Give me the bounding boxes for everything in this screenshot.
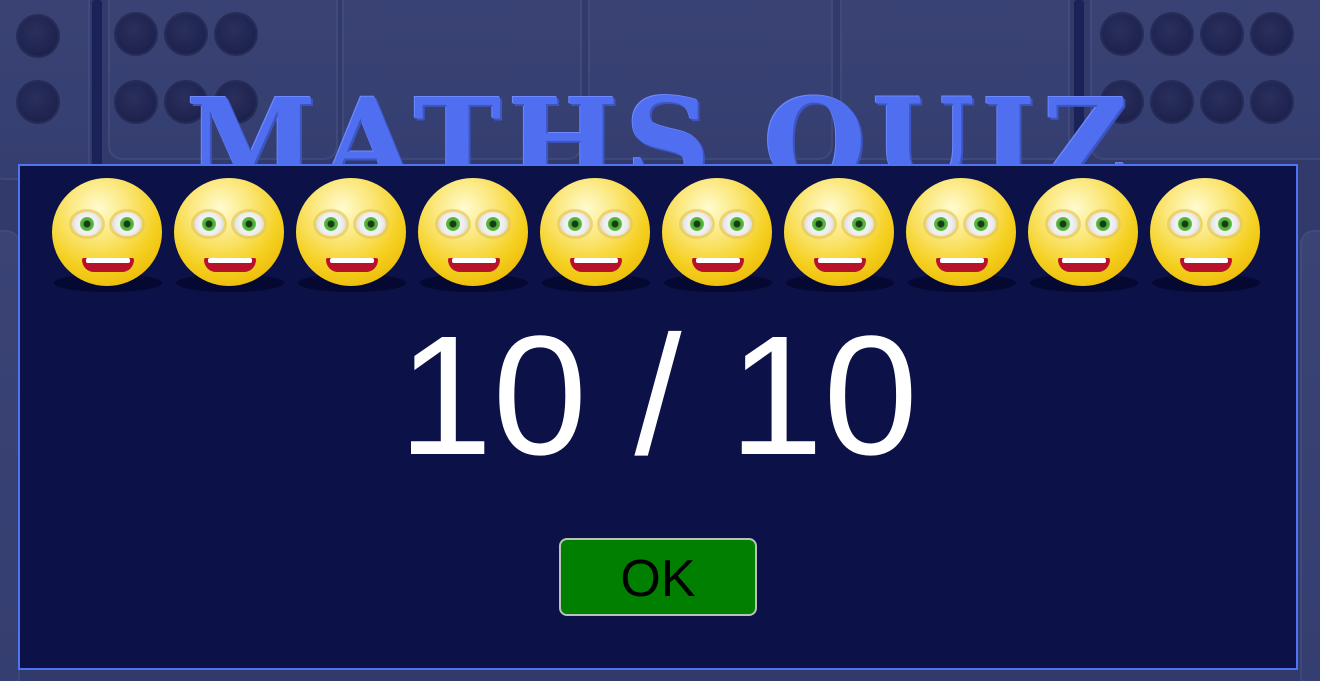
smiley-face-icon bbox=[906, 178, 1018, 292]
smiley-face-icon bbox=[662, 178, 774, 292]
smiley-face-icon bbox=[296, 178, 408, 292]
smiley-face-icon bbox=[540, 178, 652, 292]
smiley-face-icon bbox=[1028, 178, 1140, 292]
smiley-face-icon bbox=[52, 178, 164, 292]
result-panel: 10 / 10 OK bbox=[18, 164, 1298, 670]
smiley-face-icon bbox=[1150, 178, 1262, 292]
smiley-face-icon bbox=[784, 178, 896, 292]
ok-button[interactable]: OK bbox=[559, 538, 757, 616]
smiley-face-icon bbox=[174, 178, 286, 292]
score-faces-row bbox=[52, 178, 1262, 292]
score-display: 10 / 10 bbox=[398, 301, 918, 491]
smiley-face-icon bbox=[418, 178, 530, 292]
